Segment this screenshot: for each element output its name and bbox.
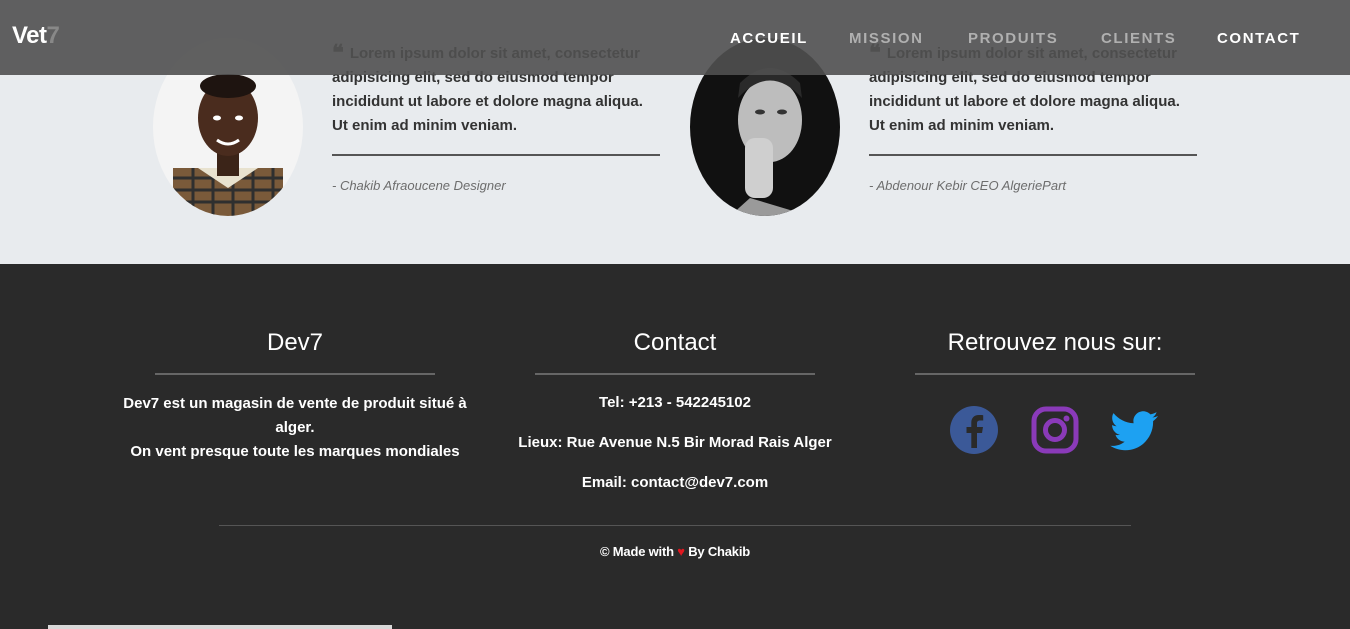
divider [219, 525, 1131, 526]
nav-item-clients[interactable]: Clients [1101, 30, 1176, 47]
divider [915, 373, 1195, 375]
contact-address: Lieux: Rue Avenue N.5 Bir Morad Rais Alg… [518, 434, 832, 451]
divider [535, 373, 815, 375]
divider [869, 154, 1197, 156]
footer-social-column: Retrouvez nous sur: [915, 328, 1195, 375]
divider [155, 373, 435, 375]
divider [332, 154, 660, 156]
testimonial-author: - Abdenour Kebir CEO AlgeriePart [869, 178, 1067, 193]
twitter-icon[interactable] [1108, 404, 1160, 456]
nav-item-contact[interactable]: Contact [1217, 30, 1300, 47]
footer: Dev7 Dev7 est un magasin de vente de pro… [0, 264, 1350, 629]
testimonial-author: - Chakib Afraoucene Designer [332, 178, 506, 193]
top-navbar: Vet7 Accueil Mission Produits Clients Co… [0, 0, 1350, 75]
contact-phone: Tel: +213 - 542245102 [599, 394, 751, 411]
facebook-icon[interactable] [948, 404, 1000, 456]
footer-contact-column: Contact [535, 328, 815, 375]
brand-logo[interactable]: Vet7 [12, 22, 60, 50]
contact-email: Email: contact@dev7.com [581, 474, 769, 491]
footer-social-title: Retrouvez nous sur: [947, 329, 1163, 356]
footer-credits: © Made with ♥ By Chakib [600, 544, 750, 559]
nav-item-mission[interactable]: Mission [849, 30, 924, 47]
nav-item-produits[interactable]: Produits [968, 30, 1058, 47]
footer-about-column: Dev7 [155, 328, 435, 375]
page-edge-strip [48, 625, 392, 629]
footer-about-title: Dev7 [266, 329, 324, 356]
nav-item-accueil[interactable]: Accueil [730, 30, 808, 47]
instagram-icon[interactable] [1029, 404, 1081, 456]
footer-about-text: Dev7 est un magasin de vente de produit … [123, 395, 467, 460]
footer-contact-title: Contact [633, 329, 717, 356]
heart-icon: ♥ [677, 544, 685, 559]
